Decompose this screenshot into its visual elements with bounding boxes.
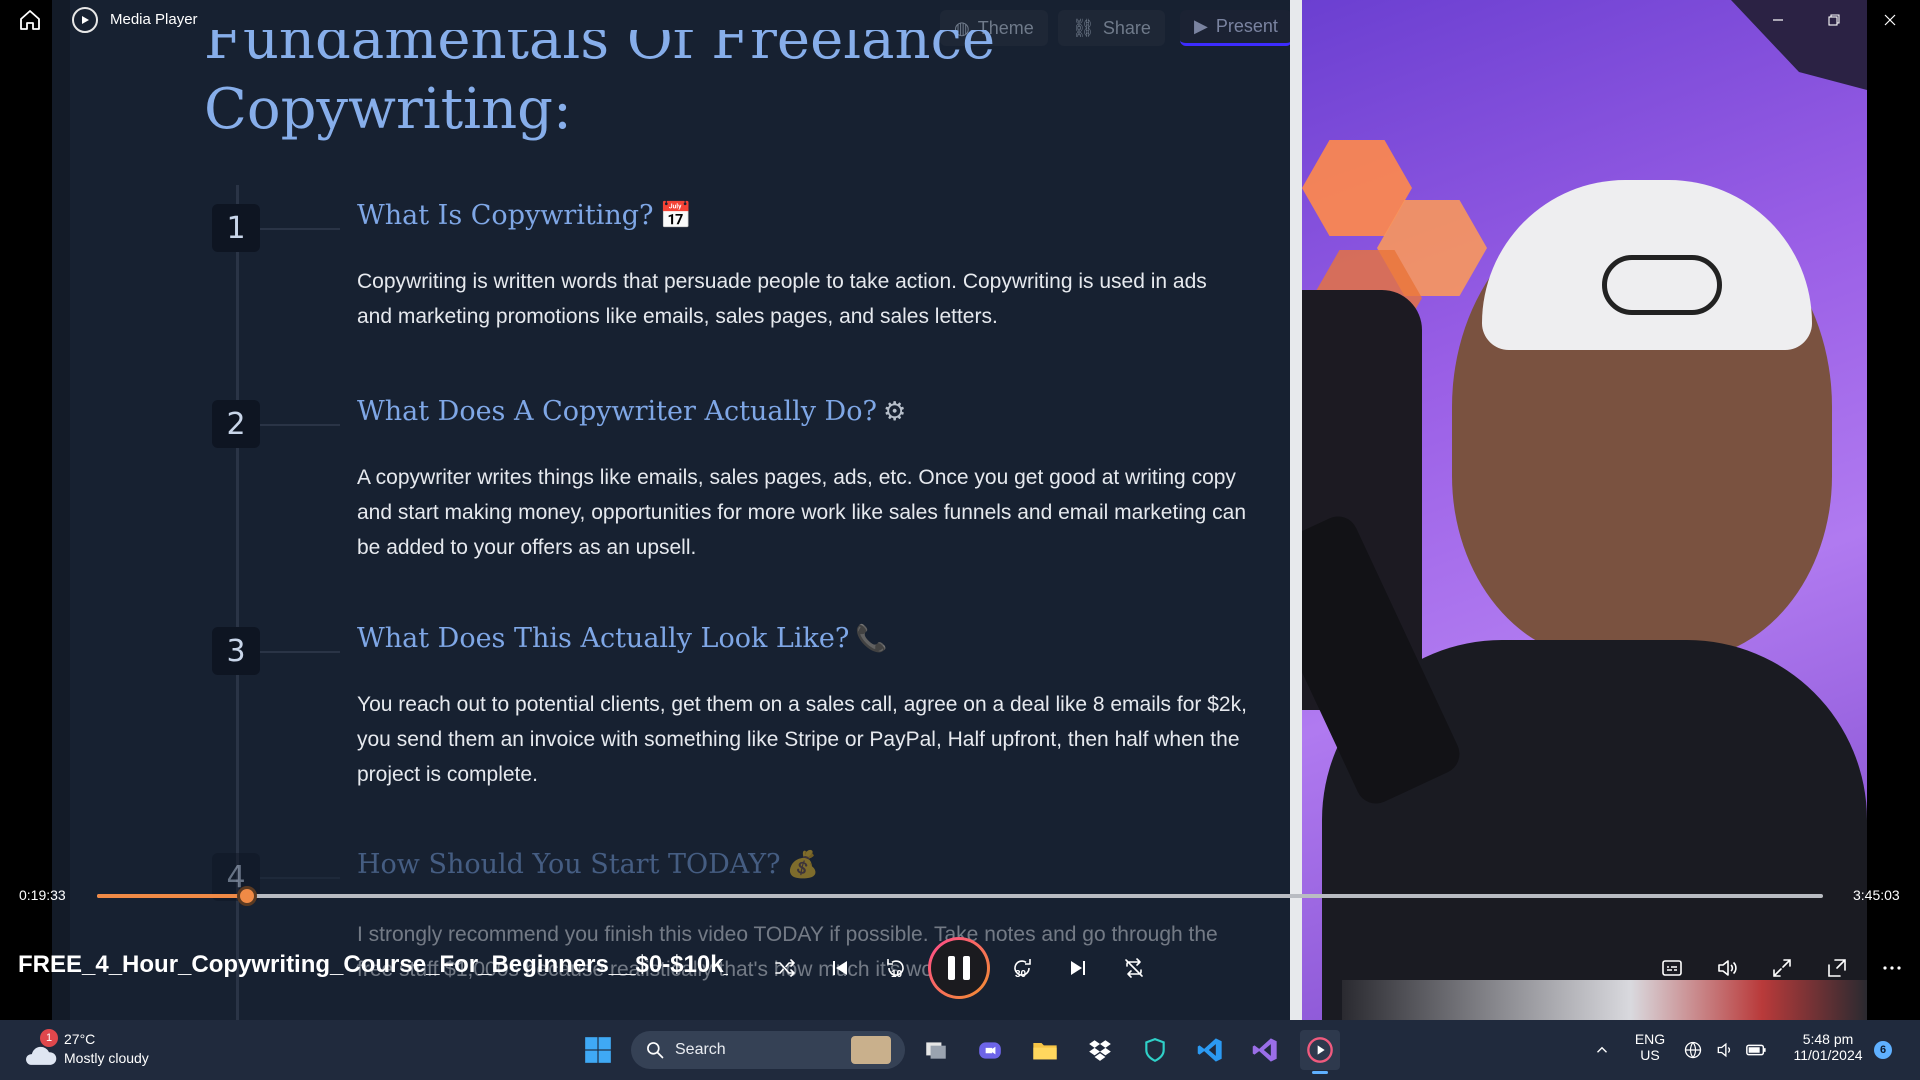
phone-icon: 📞 xyxy=(855,624,888,654)
step-heading: What Is Copywriting? 📅 xyxy=(357,200,692,231)
notification-badge[interactable]: 6 xyxy=(1874,1041,1892,1059)
pause-bar xyxy=(948,956,955,980)
split-divider xyxy=(1290,0,1302,1020)
step-connector xyxy=(260,228,340,230)
more-icon[interactable] xyxy=(1872,948,1912,988)
clock-time: 5:48 pm xyxy=(1802,1031,1854,1047)
step-body: A copywriter writes things like emails, … xyxy=(357,466,1247,559)
webcam-feed xyxy=(1302,0,1867,1020)
globe-icon[interactable] xyxy=(1678,1030,1708,1070)
pause-icon xyxy=(931,940,987,996)
windows-icon xyxy=(585,1037,611,1063)
weather-widget[interactable]: 1 27°C Mostly cloudy xyxy=(22,1029,172,1071)
title-bar: Media Player xyxy=(0,0,1920,40)
step-heading-text: What Does A Copywriter Actually Do? xyxy=(357,396,877,427)
rewind-label: 10 xyxy=(891,969,903,980)
home-icon[interactable] xyxy=(18,8,42,32)
taskbar: 1 27°C Mostly cloudy Search ENG US 5:48 … xyxy=(0,1020,1920,1080)
step-connector xyxy=(260,424,340,426)
temperature: 27°C xyxy=(64,1031,96,1047)
search-highlight-icon xyxy=(851,1036,891,1064)
fullscreen-icon[interactable] xyxy=(1762,948,1802,988)
step-number: 1 xyxy=(212,204,260,252)
seek-bar-progress xyxy=(97,894,248,898)
meet-icon[interactable] xyxy=(970,1030,1010,1070)
clock-date: 11/01/2024 xyxy=(1793,1047,1863,1063)
step-connector xyxy=(260,877,340,879)
language-code: ENG xyxy=(1634,1031,1666,1047)
pause-button[interactable] xyxy=(928,937,990,999)
step-heading-text: What Does This Actually Look Like? xyxy=(357,623,850,654)
language-indicator[interactable]: ENG US xyxy=(1630,1031,1670,1063)
pause-bar xyxy=(963,956,970,980)
region-code: US xyxy=(1640,1047,1660,1063)
seek-thumb[interactable] xyxy=(237,886,258,906)
step-connector xyxy=(260,651,340,653)
calendar-icon: 📅 xyxy=(659,201,692,231)
forward-label: 30 xyxy=(1015,969,1027,980)
slide-panel: ◍ Theme ⛓ Share ▶ Present Fundamentals O… xyxy=(52,0,1292,1020)
taskbar-search[interactable]: Search xyxy=(631,1031,905,1069)
step-heading: How Should You Start TODAY? 💰 xyxy=(357,849,819,880)
slide-title-line2: Copywriting: xyxy=(204,77,572,142)
search-label: Search xyxy=(675,1041,726,1058)
money-bag-icon: 💰 xyxy=(786,850,819,880)
step-number: 3 xyxy=(212,627,260,675)
vscode-icon[interactable] xyxy=(1190,1030,1230,1070)
step-heading: What Does This Actually Look Like? 📞 xyxy=(357,623,888,654)
chevron-up-icon[interactable] xyxy=(1582,1030,1622,1070)
weather-condition: Mostly cloudy xyxy=(64,1050,149,1066)
dropbox-icon[interactable] xyxy=(1080,1030,1120,1070)
step-body: Copywriting is written words that persua… xyxy=(357,270,1207,328)
slide-edge xyxy=(52,0,70,1020)
step-number: 2 xyxy=(212,400,260,448)
weather-badge: 1 xyxy=(40,1029,58,1047)
video-frame[interactable]: ◍ Theme ⛓ Share ▶ Present Fundamentals O… xyxy=(0,0,1920,1020)
previous-icon[interactable] xyxy=(820,948,860,988)
total-time: 3:45:03 xyxy=(1853,887,1900,903)
visual-studio-icon[interactable] xyxy=(1245,1030,1285,1070)
battery-icon[interactable] xyxy=(1741,1030,1771,1070)
close-icon[interactable] xyxy=(1862,0,1918,40)
media-player-app-icon xyxy=(72,7,98,33)
letterbox-bar xyxy=(1867,0,1920,1020)
shuffle-icon[interactable] xyxy=(765,948,805,988)
search-icon xyxy=(647,1042,664,1059)
start-button[interactable] xyxy=(578,1030,618,1070)
media-player-taskbar-icon[interactable] xyxy=(1300,1030,1340,1074)
speaker-icon[interactable] xyxy=(1710,1030,1740,1070)
gear-icon: ⚙ xyxy=(882,397,907,427)
rewind-10-button[interactable]: 10 xyxy=(876,948,916,988)
task-view-icon[interactable] xyxy=(916,1030,956,1070)
file-explorer-icon[interactable] xyxy=(1025,1030,1065,1070)
app-name: Media Player xyxy=(110,11,198,28)
step-heading-text: What Is Copywriting? xyxy=(357,200,654,231)
step-body: You reach out to potential clients, get … xyxy=(357,693,1247,786)
clock[interactable]: 5:48 pm 11/01/2024 xyxy=(1778,1031,1878,1063)
defender-icon[interactable] xyxy=(1135,1030,1175,1070)
next-icon[interactable] xyxy=(1058,948,1098,988)
seek-bar[interactable] xyxy=(97,886,1823,906)
restore-icon[interactable] xyxy=(1806,0,1862,40)
media-title: FREE_4_Hour_Copywriting_Course_For_Begin… xyxy=(18,951,728,978)
captions-icon[interactable] xyxy=(1652,948,1692,988)
step-heading-text: How Should You Start TODAY? xyxy=(357,849,781,880)
seek-bar-row: 0:19:33 3:45:03 xyxy=(0,880,1920,910)
forward-30-button[interactable]: 30 xyxy=(1002,948,1042,988)
active-indicator xyxy=(1312,1071,1328,1074)
miniplayer-icon[interactable] xyxy=(1817,948,1857,988)
cap-logo xyxy=(1602,255,1722,315)
step-heading: What Does A Copywriter Actually Do? ⚙ xyxy=(357,396,906,427)
current-time: 0:19:33 xyxy=(19,887,66,903)
minimize-icon[interactable] xyxy=(1750,0,1806,40)
volume-icon[interactable] xyxy=(1707,948,1747,988)
repeat-icon[interactable] xyxy=(1114,948,1154,988)
